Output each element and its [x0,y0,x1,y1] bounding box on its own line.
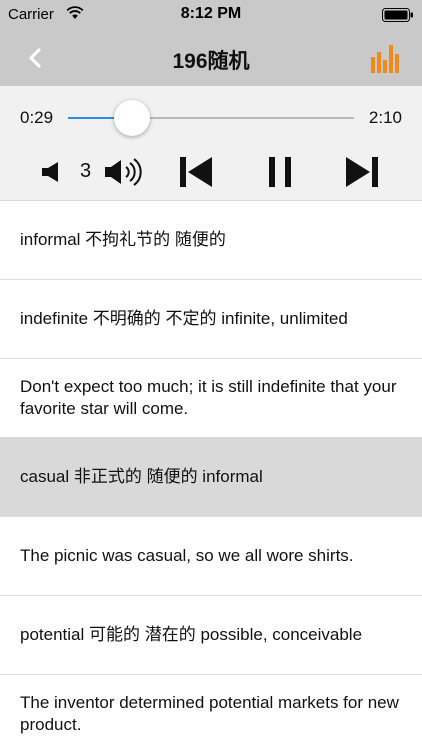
word-list: informal 不拘礼节的 随便的 indefinite 不明确的 不定的 i… [0,201,422,750]
audio-player: 0:29 2:10 3 [0,86,422,201]
volume-level: 3 [80,160,92,182]
list-item[interactable]: The inventor determined potential market… [0,675,422,750]
list-item-text: indefinite 不明确的 不定的 infinite, unlimited [20,309,348,328]
nav-bar: 196随机 [0,30,422,86]
equalizer-icon[interactable] [370,42,402,74]
list-item[interactable]: The picnic was casual, so we all wore sh… [0,517,422,596]
list-item-text: informal 不拘礼节的 随便的 [20,230,226,249]
list-item-text: potential 可能的 潜在的 possible, conceivable [20,625,363,644]
list-item-text: The inventor determined potential market… [20,693,399,734]
time-elapsed: 0:29 [20,108,54,127]
list-item[interactable]: potential 可能的 潜在的 possible, conceivable [0,596,422,675]
speaker-waves-icon[interactable] [104,156,144,188]
status-bar: Carrier 8:12 PM [0,0,422,30]
speaker-icon[interactable] [40,160,62,184]
progress-slider[interactable] [68,100,354,136]
list-item-text: casual 非正式的 随便的 informal [20,467,263,486]
skip-previous-icon[interactable] [178,156,214,188]
page-title: 196随机 [172,50,250,73]
list-item[interactable]: Don't expect too much; it is still indef… [0,359,422,438]
status-time: 8:12 PM [180,5,242,22]
list-item[interactable]: casual 非正式的 随便的 informal [0,438,422,517]
skip-next-icon[interactable] [344,156,380,188]
battery-icon [382,8,413,22]
pause-icon[interactable] [266,156,294,188]
list-item[interactable]: informal 不拘礼节的 随便的 [0,201,422,280]
progress-thumb[interactable] [113,100,150,136]
list-item-text: Don't expect too much; it is still indef… [20,377,397,418]
list-item[interactable]: indefinite 不明确的 不定的 infinite, unlimited [0,280,422,359]
time-total: 2:10 [368,108,402,127]
list-item-text: The picnic was casual, so we all wore sh… [20,546,354,565]
